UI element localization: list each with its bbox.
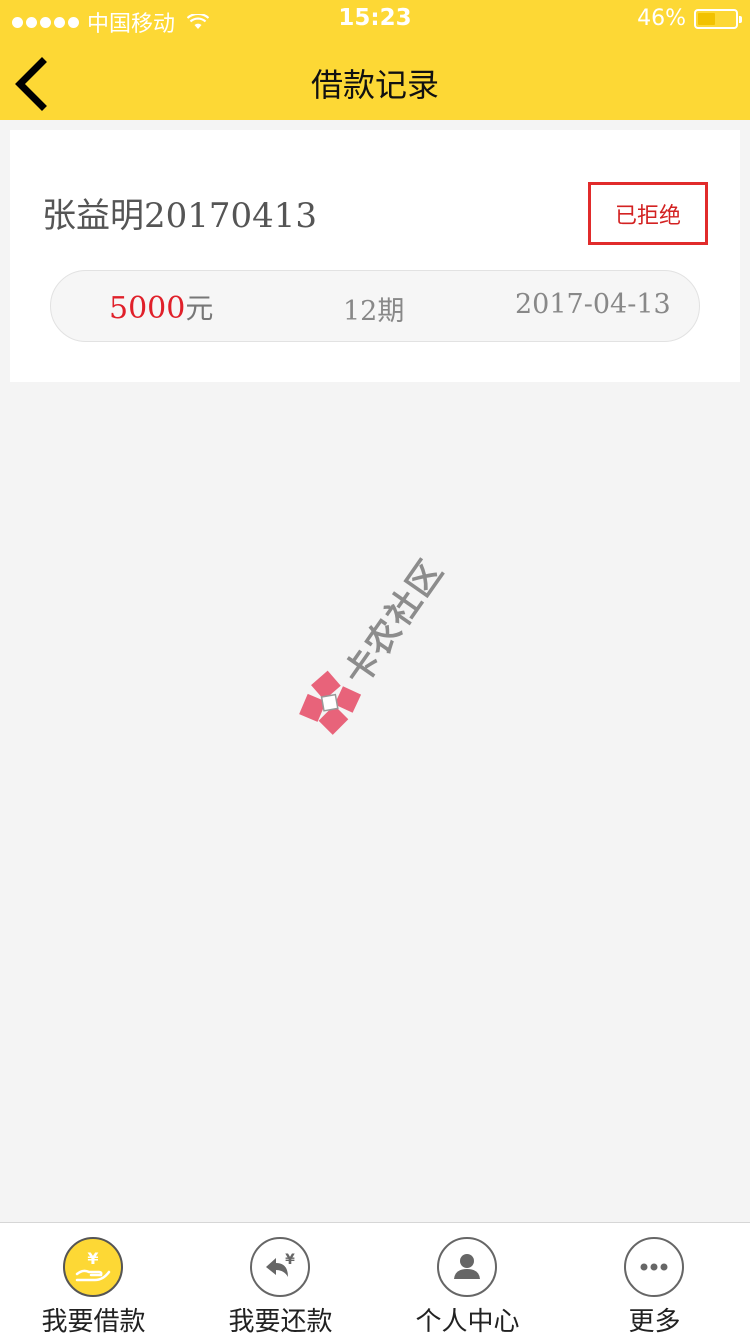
- watermark-text: 卡农社区: [336, 551, 453, 693]
- record-summary: 5000元 12期 2017-04-13: [50, 270, 700, 342]
- watermark: 卡农社区: [257, 552, 452, 750]
- tab-label: 个人中心: [415, 1307, 520, 1334]
- loan-period: 12期: [343, 296, 405, 327]
- tab-borrow[interactable]: ¥ 我要借款: [0, 1223, 187, 1334]
- nav-bar: 借款记录: [0, 40, 750, 120]
- user-icon: [437, 1237, 497, 1297]
- battery-level-fill: [698, 12, 715, 25]
- amount-unit: 元: [185, 292, 214, 325]
- svg-text:¥: ¥: [285, 1252, 295, 1268]
- status-text: 已拒绝: [614, 203, 681, 229]
- loan-date: 2017-04-13: [515, 289, 671, 320]
- tab-label: 我要还款: [228, 1307, 333, 1334]
- record-name: 张益明20170413: [42, 196, 318, 236]
- loan-record-card[interactable]: 张益明20170413 已拒绝 5000元 12期 2017-04-13: [10, 130, 740, 382]
- svg-text:¥: ¥: [87, 1249, 98, 1268]
- battery-percent: 46%: [637, 6, 686, 31]
- repay-arrow-yen-icon: ¥: [250, 1237, 310, 1297]
- status-bar: 中国移动 15:23 46%: [0, 0, 750, 40]
- status-bar-right: 46%: [637, 6, 742, 31]
- more-dots-icon: [624, 1237, 684, 1297]
- tab-profile[interactable]: 个人中心: [374, 1223, 561, 1334]
- page-title: 借款记录: [310, 66, 439, 104]
- top-header: 中国移动 15:23 46% 借款记录: [0, 0, 750, 120]
- tab-label: 更多: [628, 1307, 681, 1334]
- tab-more[interactable]: 更多: [561, 1223, 748, 1334]
- battery-icon: [694, 8, 742, 29]
- tab-repay[interactable]: ¥ 我要还款: [187, 1223, 374, 1334]
- amount-value: 5000: [109, 291, 186, 326]
- tab-label: 我要借款: [41, 1307, 146, 1334]
- loan-hand-yen-icon: ¥: [63, 1237, 123, 1297]
- bottom-tab-bar: ¥ 我要借款 ¥ 我要还款 个人中心 更多: [0, 1222, 750, 1334]
- status-badge: 已拒绝: [588, 182, 708, 245]
- loan-amount: 5000元: [109, 287, 213, 327]
